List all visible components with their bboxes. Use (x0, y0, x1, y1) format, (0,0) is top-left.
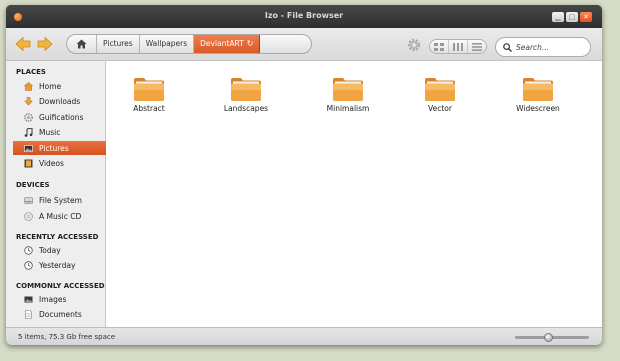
folder-icon (523, 78, 553, 101)
sidebar-item-home[interactable]: Home (13, 79, 106, 93)
clock-icon (24, 260, 33, 270)
folder-label: Minimalism (326, 104, 370, 113)
sidebar-item-label: Pictures (39, 143, 69, 153)
harddisk-icon (24, 196, 33, 204)
search-placeholder: Search... (516, 42, 550, 52)
close-button[interactable]: ✕ (580, 12, 592, 22)
sidebar-item-images[interactable]: Images (13, 292, 106, 306)
commonly-accessed-header: COMMONLY ACCESSED (16, 282, 105, 290)
documents-icon (25, 309, 32, 319)
sidebar-item-guifications[interactable]: Guifications (13, 110, 106, 124)
sidebar-item-label: Images (39, 294, 67, 304)
home-folder-icon (24, 81, 33, 91)
sidebar: PLACES Home Downloads Guifications Music… (6, 61, 106, 327)
sidebar-item-downloads[interactable]: Downloads (13, 94, 106, 108)
folder-icon (333, 78, 363, 101)
path-crumb-deviantart[interactable]: DeviantART ↻ (194, 35, 261, 53)
recently-accessed-header: RECENTLY ACCESSED (16, 233, 99, 241)
folder-landscapes[interactable]: Landscapes (211, 76, 281, 113)
list-view-button[interactable] (468, 40, 486, 53)
gear-folder-icon (24, 112, 33, 122)
folder-minimalism[interactable]: Minimalism (313, 76, 383, 113)
folder-icon (231, 78, 261, 101)
path-crumb-wallpapers[interactable]: Wallpapers (140, 35, 195, 53)
maximize-button[interactable]: □ (566, 12, 578, 22)
window-title: Izo - File Browser (264, 11, 344, 20)
pictures-icon (24, 144, 33, 152)
folder-view[interactable]: Abstract Landscapes Minimalism Vector Wi… (106, 61, 602, 327)
cd-icon (24, 211, 33, 221)
list-view-icon (472, 42, 482, 51)
path-crumb-label: DeviantART (200, 39, 244, 48)
zoom-slider[interactable] (515, 333, 589, 342)
places-header: PLACES (16, 68, 46, 76)
minimize-button[interactable]: ▁ (552, 12, 564, 22)
path-crumb-pictures[interactable]: Pictures (97, 35, 140, 53)
path-bar: Pictures Wallpapers DeviantART ↻ (66, 34, 312, 54)
icon-view-icon (434, 42, 444, 51)
folder-widescreen[interactable]: Widescreen (503, 76, 573, 113)
forward-arrow-icon[interactable] (37, 36, 53, 52)
images-icon (24, 296, 33, 302)
reload-icon[interactable]: ↻ (247, 39, 254, 48)
sidebar-item-label: Guifications (39, 112, 84, 122)
title-bar[interactable]: Izo - File Browser ▁ □ ✕ (6, 5, 602, 28)
gear-icon[interactable] (407, 38, 421, 52)
home-icon (76, 39, 87, 49)
view-mode-switcher (429, 39, 487, 54)
downloads-icon (24, 96, 33, 105)
status-bar: 5 items, 75.3 Gb free space (6, 327, 602, 345)
back-arrow-icon[interactable] (15, 36, 31, 52)
sidebar-item-music-cd[interactable]: A Music CD (13, 209, 106, 223)
compact-view-icon (453, 42, 463, 51)
folder-icon (425, 78, 455, 101)
path-home-button[interactable] (67, 35, 97, 53)
devices-header: DEVICES (16, 181, 50, 189)
sidebar-item-pictures[interactable]: Pictures (13, 141, 106, 155)
sidebar-item-label: Music (39, 127, 61, 137)
folder-label: Abstract (133, 104, 165, 113)
icon-view-button[interactable] (430, 40, 449, 53)
file-browser-window: Izo - File Browser ▁ □ ✕ Pictures Wallpa… (6, 5, 602, 345)
folder-icon (134, 78, 164, 101)
videos-icon (24, 159, 33, 167)
sidebar-item-file-system[interactable]: File System (13, 193, 106, 207)
search-icon (503, 42, 512, 52)
folder-label: Vector (428, 104, 452, 113)
folder-label: Landscapes (223, 104, 269, 113)
sidebar-item-music[interactable]: Music (13, 125, 106, 139)
sidebar-item-label: Yesterday (39, 260, 76, 270)
zoom-slider-handle[interactable] (544, 333, 554, 342)
folder-abstract[interactable]: Abstract (114, 76, 184, 113)
sidebar-item-yesterday[interactable]: Yesterday (13, 258, 106, 272)
sidebar-item-label: Videos (39, 158, 64, 168)
sidebar-item-videos[interactable]: Videos (13, 156, 106, 170)
sidebar-item-label: Today (39, 245, 61, 255)
folder-vector[interactable]: Vector (405, 76, 475, 113)
sidebar-item-label: Documents (39, 309, 82, 319)
compact-view-button[interactable] (449, 40, 468, 53)
window-controls: ▁ □ ✕ (552, 12, 592, 22)
toolbar: Pictures Wallpapers DeviantART ↻ Search.… (6, 28, 602, 61)
clock-icon (24, 245, 33, 255)
status-text: 5 items, 75.3 Gb free space (18, 333, 116, 341)
search-input[interactable]: Search... (495, 37, 591, 57)
sidebar-item-label: Downloads (39, 96, 81, 106)
folder-label: Widescreen (516, 104, 560, 113)
sidebar-item-label: Home (39, 81, 62, 91)
sidebar-item-label: A Music CD (39, 211, 82, 221)
music-icon (24, 127, 33, 137)
sidebar-item-today[interactable]: Today (13, 243, 106, 257)
sidebar-item-documents[interactable]: Documents (13, 307, 106, 321)
sidebar-item-label: File System (39, 195, 82, 205)
